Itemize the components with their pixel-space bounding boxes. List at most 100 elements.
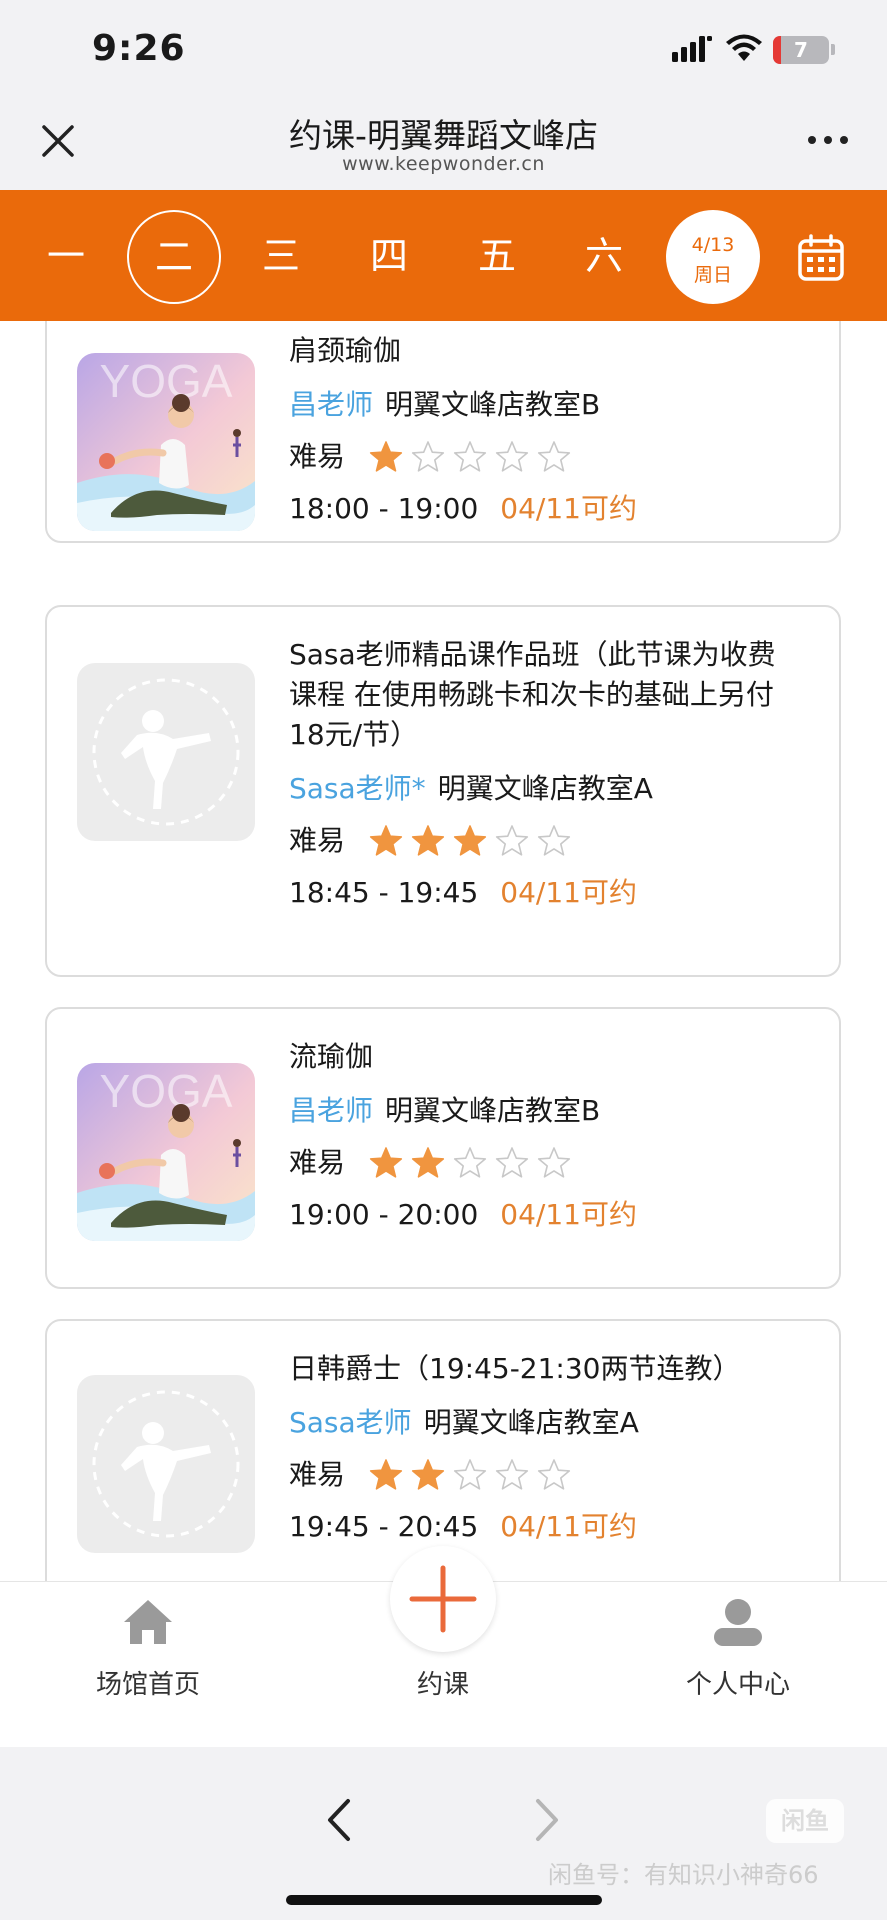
- course-thumbnail: YOGA: [77, 353, 255, 531]
- difficulty-stars: [369, 440, 579, 474]
- tab-label: 场馆首页: [95, 1670, 200, 1700]
- back-icon[interactable]: [322, 1797, 356, 1843]
- star-filled-icon: [411, 1459, 445, 1490]
- course-title: 日韩爵士（19:45-21:30两节连教）: [289, 1352, 741, 1385]
- tab-label: 约课: [416, 1670, 469, 1700]
- room-name: 明翼文峰店教室B: [385, 1094, 601, 1127]
- dancer-placeholder-icon: [92, 678, 240, 826]
- course-card[interactable]: 日韩爵士（19:45-21:30两节连教） Sasa老师 明翼文峰店教室A 难易 …: [45, 1319, 841, 1581]
- difficulty-stars: [369, 824, 579, 858]
- teacher-name[interactable]: 昌老师: [289, 1094, 373, 1127]
- course-time: 18:45 - 19:45: [289, 876, 479, 909]
- star-empty-icon: [453, 441, 487, 472]
- bottom-tab-bar: 场馆首页 约课 个人中心: [0, 1546, 887, 1748]
- browser-toolbar: 闲鱼 闲鱼号：有知识小神奇66: [0, 1747, 887, 1920]
- course-thumbnail: YOGA: [77, 1063, 255, 1241]
- star-empty-icon: [537, 441, 571, 472]
- home-icon: [124, 1600, 172, 1644]
- star-empty-icon: [495, 1459, 529, 1490]
- day-thu[interactable]: 四: [343, 210, 435, 302]
- difficulty-label: 难易: [289, 440, 346, 473]
- status-bar: 9:26 7: [0, 0, 887, 95]
- star-empty-icon: [453, 1147, 487, 1178]
- tab-venue-home[interactable]: 场馆首页: [48, 1582, 248, 1748]
- star-empty-icon: [537, 825, 571, 856]
- battery-tip: [831, 44, 835, 55]
- course-thumbnail-placeholder: [77, 1375, 255, 1553]
- room-name: 明翼文峰店教室B: [385, 388, 601, 421]
- svg-text:YOGA: YOGA: [100, 355, 233, 407]
- availability-status: 04/11可约: [500, 876, 637, 909]
- room-name: 明翼文峰店教室A: [437, 772, 653, 805]
- star-filled-icon: [369, 441, 403, 472]
- plus-icon: [409, 1565, 477, 1633]
- course-thumbnail-placeholder: [77, 663, 255, 841]
- forward-icon[interactable]: [530, 1797, 564, 1843]
- today-label: 周日: [693, 264, 732, 286]
- battery-icon: 7: [773, 36, 829, 64]
- star-empty-icon: [495, 825, 529, 856]
- star-filled-icon: [411, 1147, 445, 1178]
- yoga-illustration: YOGA: [77, 353, 255, 531]
- course-card[interactable]: YOGA 肩颈瑜伽 昌老师 明翼文峰店教室B 难易 18:00 - 19:00 04…: [45, 321, 841, 543]
- battery-level: 7: [794, 38, 808, 62]
- teacher-name[interactable]: Sasa老师*: [289, 772, 426, 805]
- watermark-logo: 闲鱼: [766, 1799, 844, 1843]
- weekday-selector: 一 二 三 四 五 六 4/13 周日: [0, 190, 887, 321]
- star-filled-icon: [369, 1147, 403, 1178]
- page-url: www.keepwonder.cn: [342, 153, 545, 175]
- user-icon: [714, 1599, 762, 1646]
- star-filled-icon: [453, 825, 487, 856]
- yoga-illustration: YOGA: [77, 1063, 255, 1241]
- course-title: Sasa老师精品课作品班（此节课为收费课程 在使用畅跳卡和次卡的基础上另付18元…: [289, 638, 776, 751]
- star-empty-icon: [495, 1147, 529, 1178]
- course-list[interactable]: YOGA 肩颈瑜伽 昌老师 明翼文峰店教室B 难易 18:00 - 19:00 04…: [0, 321, 887, 1581]
- tab-profile[interactable]: 个人中心: [638, 1582, 838, 1748]
- nav-bar: 约课-明翼舞蹈文峰店 www.keepwonder.cn: [0, 95, 887, 190]
- course-time: 19:45 - 20:45: [289, 1510, 479, 1543]
- day-mon[interactable]: 一: [20, 210, 112, 302]
- availability-status: 04/11可约: [500, 1510, 637, 1543]
- course-time: 19:00 - 20:00: [289, 1198, 479, 1231]
- difficulty-stars: [369, 1458, 579, 1492]
- teacher-name[interactable]: Sasa老师: [289, 1406, 412, 1439]
- calendar-icon[interactable]: [797, 234, 845, 282]
- teacher-name[interactable]: 昌老师: [289, 388, 373, 421]
- day-sat[interactable]: 六: [558, 210, 650, 302]
- course-card[interactable]: YOGA 流瑜伽 昌老师 明翼文峰店教室B 难易 19:00 - 20:00 04/…: [45, 1007, 841, 1289]
- day-today[interactable]: 4/13 周日: [666, 210, 760, 304]
- star-empty-icon: [495, 441, 529, 472]
- cellular-signal-icon: [672, 36, 712, 62]
- course-card[interactable]: Sasa老师精品课作品班（此节课为收费课程 在使用畅跳卡和次卡的基础上另付18元…: [45, 605, 841, 977]
- course-title: 流瑜伽: [289, 1040, 374, 1073]
- difficulty-stars: [369, 1146, 579, 1180]
- star-empty-icon: [453, 1459, 487, 1490]
- add-booking-button[interactable]: [390, 1546, 496, 1652]
- more-options-icon[interactable]: [806, 133, 850, 147]
- course-title: 肩颈瑜伽: [289, 334, 402, 367]
- star-filled-icon: [369, 1459, 403, 1490]
- watermark-text: 闲鱼号：有知识小神奇66: [548, 1861, 819, 1889]
- day-tue-selected[interactable]: 二: [127, 210, 221, 304]
- difficulty-label: 难易: [289, 824, 346, 857]
- status-time: 9:26: [92, 28, 186, 69]
- star-empty-icon: [537, 1147, 571, 1178]
- svg-text:YOGA: YOGA: [100, 1065, 233, 1117]
- today-date: 4/13: [691, 234, 735, 256]
- tab-label: 个人中心: [685, 1670, 790, 1700]
- availability-status: 04/11可约: [500, 1198, 637, 1231]
- course-time: 18:00 - 19:00: [289, 492, 479, 525]
- star-empty-icon: [537, 1459, 571, 1490]
- home-indicator[interactable]: [286, 1895, 602, 1905]
- dancer-placeholder-icon: [92, 1390, 240, 1538]
- star-empty-icon: [411, 441, 445, 472]
- room-name: 明翼文峰店教室A: [423, 1406, 639, 1439]
- star-filled-icon: [369, 825, 403, 856]
- page-title: 约课-明翼舞蹈文峰店: [289, 116, 598, 155]
- wifi-icon: [726, 34, 762, 61]
- availability-status: 04/11可约: [500, 492, 637, 525]
- difficulty-label: 难易: [289, 1146, 346, 1179]
- difficulty-label: 难易: [289, 1458, 346, 1491]
- day-fri[interactable]: 五: [451, 210, 543, 302]
- day-wed[interactable]: 三: [235, 210, 327, 302]
